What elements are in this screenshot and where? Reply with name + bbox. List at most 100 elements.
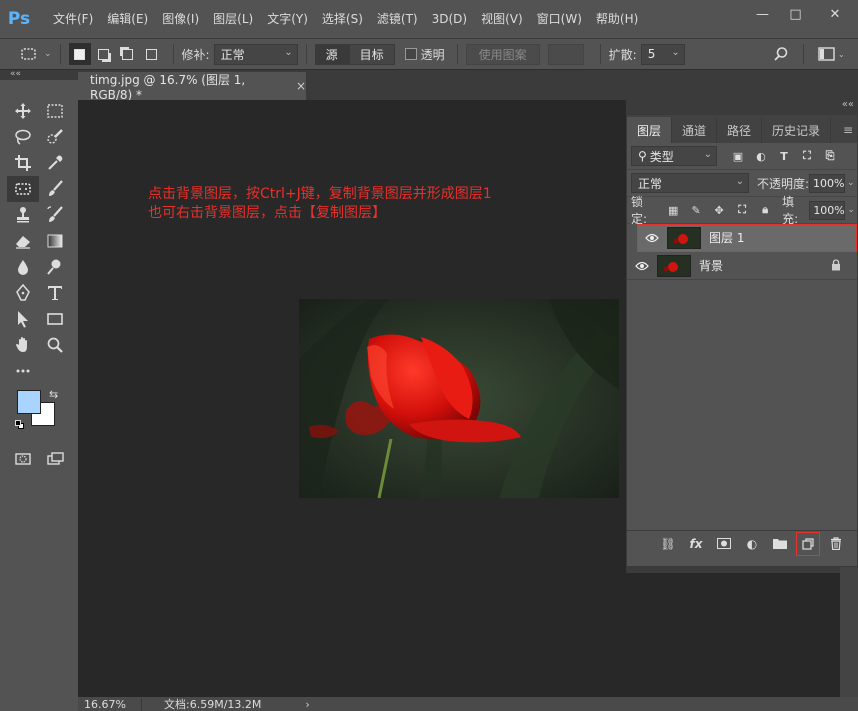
layer-row-layer1[interactable]: 图层 1 [637, 224, 857, 252]
diffusion-label: 扩散: [608, 47, 637, 62]
search-icon[interactable] [773, 46, 789, 62]
pen-tool-icon[interactable] [7, 280, 39, 306]
blend-opacity-row: 正常 ⌄ 不透明度: 100% ⌄ [627, 170, 857, 197]
lock-transparent-icon[interactable]: ▦ [666, 203, 680, 217]
layer-row-background[interactable]: 背景 [627, 252, 857, 280]
opacity-input[interactable]: 100% [809, 173, 845, 193]
visibility-eye-icon[interactable] [627, 261, 657, 271]
trash-icon[interactable] [825, 533, 847, 555]
subtract-selection-mode-button[interactable] [117, 43, 139, 65]
chevron-down-icon[interactable]: ⌄ [44, 49, 52, 59]
menu-type[interactable]: 文字(Y) [260, 0, 315, 38]
menu-window[interactable]: 窗口(W) [530, 0, 589, 38]
foreground-color-swatch[interactable] [17, 390, 41, 414]
intersect-selection-mode-button[interactable] [141, 43, 163, 65]
menu-view[interactable]: 视图(V) [474, 0, 530, 38]
menu-image[interactable]: 图像(I) [155, 0, 206, 38]
gradient-tool-icon[interactable] [39, 228, 71, 254]
lock-artboard-icon[interactable]: ⛶ [735, 203, 749, 217]
adjustment-layer-icon[interactable]: ◐ [741, 533, 763, 555]
document-size: 文档:6.59M/13.2M [164, 698, 262, 711]
diffusion-select[interactable]: 5 ⌄ [640, 43, 685, 65]
collapse-panel-icon[interactable]: «« [842, 99, 854, 110]
eraser-tool-icon[interactable] [7, 228, 39, 254]
new-layer-icon[interactable] [796, 531, 820, 556]
menu-edit[interactable]: 编辑(E) [100, 0, 155, 38]
maximize-button[interactable]: □ [779, 0, 812, 28]
chevron-down-icon[interactable]: ⌄ [847, 178, 857, 188]
patch-tool-icon[interactable] [7, 176, 39, 202]
visibility-eye-icon[interactable] [637, 233, 667, 243]
dodge-tool-icon[interactable] [39, 254, 71, 280]
patch-tool-preset-icon[interactable] [18, 46, 40, 62]
status-menu-arrow-icon[interactable]: › [305, 698, 309, 711]
marquee-tool-icon[interactable] [39, 98, 71, 124]
tulip-photo[interactable] [299, 299, 619, 498]
pixel-filter-icon[interactable]: ▣ [731, 149, 745, 163]
minimize-button[interactable]: — [746, 0, 779, 28]
type-filter-icon[interactable]: T [777, 149, 791, 163]
adjustment-filter-icon[interactable]: ◐ [754, 149, 768, 163]
source-button[interactable]: 源 [314, 43, 349, 65]
history-brush-tool-icon[interactable] [39, 202, 71, 228]
screen-mode-icon[interactable] [39, 446, 71, 472]
move-tool-icon[interactable] [7, 98, 39, 124]
zoom-tool-icon[interactable] [39, 332, 71, 358]
fill-input[interactable]: 100% [809, 200, 846, 220]
menu-select[interactable]: 选择(S) [315, 0, 370, 38]
layer-thumbnail [667, 226, 701, 249]
add-mask-icon[interactable] [713, 533, 735, 555]
workspace-icon[interactable]: ⌄ [818, 47, 844, 61]
menu-layer[interactable]: 图层(L) [206, 0, 260, 38]
new-group-folder-icon[interactable] [769, 533, 791, 555]
lock-position-icon[interactable]: ✥ [712, 203, 726, 217]
menu-help[interactable]: 帮助(H) [589, 0, 645, 38]
shape-filter-icon[interactable]: ⛶ [800, 149, 814, 163]
add-selection-mode-button[interactable] [93, 43, 115, 65]
clone-stamp-tool-icon[interactable] [7, 202, 39, 228]
panel-menu-icon[interactable]: ≡ [843, 117, 857, 143]
lock-pixels-icon[interactable]: ✎ [689, 203, 703, 217]
close-button[interactable]: ✕ [812, 0, 858, 28]
fx-icon[interactable]: fx [685, 533, 707, 555]
swap-colors-icon[interactable]: ⇆ [49, 388, 58, 401]
annotation-line-1: 点击背景图层，按Ctrl+J键，复制背景图层并形成图层1 [148, 186, 492, 202]
brush-tool-icon[interactable] [39, 176, 71, 202]
lasso-tool-icon[interactable] [7, 124, 39, 150]
tab-layers[interactable]: 图层 [627, 117, 673, 143]
more-tools-icon[interactable] [7, 358, 39, 384]
menu-file[interactable]: 文件(F) [46, 0, 100, 38]
blur-tool-icon[interactable] [7, 254, 39, 280]
zoom-level[interactable]: 16.67% [78, 697, 142, 711]
panel-resize-grip[interactable] [626, 567, 840, 573]
toolbox: ⇆ [7, 80, 71, 472]
new-selection-mode-button[interactable] [68, 43, 91, 65]
crop-tool-icon[interactable] [7, 150, 39, 176]
eyedropper-tool-icon[interactable] [39, 150, 71, 176]
chevron-down-icon[interactable]: ⌄ [847, 205, 857, 215]
close-tab-icon[interactable]: × [296, 79, 306, 93]
lock-all-icon[interactable]: 🔒︎ [758, 203, 772, 217]
repair-mode-select[interactable]: 正常 ⌄ [213, 43, 298, 65]
layer-name: 图层 1 [709, 231, 745, 245]
rectangle-tool-icon[interactable] [39, 306, 71, 332]
path-selection-tool-icon[interactable] [7, 306, 39, 332]
quick-mask-icon[interactable] [7, 446, 39, 472]
target-button[interactable]: 目标 [348, 43, 395, 65]
tab-history[interactable]: 历史记录 [762, 117, 832, 143]
tab-channels[interactable]: 通道 [672, 117, 718, 143]
menu-filter[interactable]: 滤镜(T) [370, 0, 425, 38]
tab-paths[interactable]: 路径 [717, 117, 763, 143]
default-colors-icon[interactable] [15, 420, 25, 430]
transparent-checkbox[interactable] [404, 48, 417, 60]
smart-object-filter-icon[interactable]: ⎘ [823, 149, 837, 163]
chevron-down-icon: ⌄ [735, 176, 744, 187]
filter-kind-select[interactable]: ⚲ 类型 ⌄ [631, 146, 717, 166]
hand-tool-icon[interactable] [7, 332, 39, 358]
link-layers-icon[interactable]: ⛓ [657, 533, 679, 555]
menu-3d[interactable]: 3D(D) [425, 0, 474, 38]
type-tool-icon[interactable] [39, 280, 71, 306]
document-tab[interactable]: timg.jpg @ 16.7% (图层 1, RGB/8) * × [78, 72, 306, 102]
quick-selection-tool-icon[interactable] [39, 124, 71, 150]
blend-mode-select[interactable]: 正常 ⌄ [631, 173, 749, 193]
